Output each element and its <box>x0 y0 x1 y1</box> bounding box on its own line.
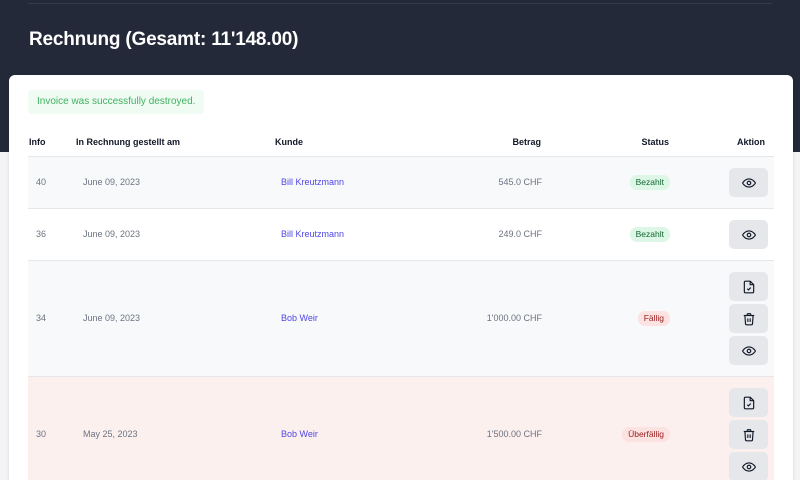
invoice-date: June 09, 2023 <box>83 313 141 323</box>
customer-link[interactable]: Bill Kreutzmann <box>281 177 344 187</box>
eye-icon <box>741 461 756 472</box>
status-badge: Überfällig <box>622 427 670 442</box>
delete-button[interactable] <box>729 304 768 333</box>
status-badge: Bezahlt <box>629 175 670 190</box>
column-header-status: Status <box>641 137 669 147</box>
status-badge-label: Bezahlt <box>629 227 670 242</box>
row-actions <box>729 388 768 480</box>
customer-link[interactable]: Bob Weir <box>281 313 318 323</box>
status-badge-label: Überfällig <box>622 427 670 442</box>
header-divider <box>28 3 772 4</box>
invoice-amount: 1'000.00 CHF <box>486 313 542 323</box>
column-header-info: Info <box>29 137 46 147</box>
row-actions <box>729 272 768 368</box>
file-check-icon <box>743 280 754 293</box>
trash-icon <box>743 428 754 441</box>
eye-icon <box>741 177 756 188</box>
column-header-amount: Betrag <box>512 137 541 147</box>
table-row: 34 June 09, 2023 Bob Weir 1'000.00 CHF F… <box>28 261 774 377</box>
eye-icon <box>741 345 756 356</box>
invoice-id: 30 <box>36 429 47 439</box>
view-button[interactable] <box>729 336 768 365</box>
table-row: 40 June 09, 2023 Bill Kreutzmann 545.0 C… <box>28 157 774 209</box>
mark-paid-button[interactable] <box>729 272 768 301</box>
file-check-icon <box>743 396 754 409</box>
success-alert: Invoice was successfully destroyed. <box>28 90 205 114</box>
row-actions <box>729 220 768 252</box>
status-badge-label: Fällig <box>637 311 670 326</box>
invoice-card: Invoice was successfully destroyed. Info… <box>9 75 793 480</box>
invoice-date: May 25, 2023 <box>83 429 138 439</box>
mark-paid-button[interactable] <box>729 388 768 417</box>
status-badge-label: Bezahlt <box>629 175 670 190</box>
view-button[interactable] <box>729 452 768 480</box>
page-title: Rechnung (Gesamt: 11'148.00) <box>29 29 299 50</box>
customer-link[interactable]: Bill Kreutzmann <box>281 229 344 239</box>
invoice-id: 36 <box>36 229 47 239</box>
column-header-action: Aktion <box>737 137 765 147</box>
invoice-amount: 249.0 CHF <box>498 229 542 239</box>
invoice-id: 40 <box>36 177 47 187</box>
view-button[interactable] <box>729 168 768 197</box>
invoice-id: 34 <box>36 313 47 323</box>
status-badge: Fällig <box>637 311 670 326</box>
eye-icon <box>741 229 756 240</box>
table-row: 36 June 09, 2023 Bill Kreutzmann 249.0 C… <box>28 209 774 261</box>
view-button[interactable] <box>729 220 768 249</box>
delete-button[interactable] <box>729 420 768 449</box>
invoice-amount: 545.0 CHF <box>498 177 542 187</box>
table-row: 30 May 25, 2023 Bob Weir 1'500.00 CHF Üb… <box>28 377 774 480</box>
invoice-date: June 09, 2023 <box>83 229 141 239</box>
column-header-date: In Rechnung gestellt am <box>76 137 181 147</box>
status-badge: Bezahlt <box>629 227 670 242</box>
row-actions <box>729 168 768 200</box>
trash-icon <box>743 312 754 325</box>
invoice-date: June 09, 2023 <box>83 177 141 187</box>
customer-link[interactable]: Bob Weir <box>281 429 318 439</box>
column-header-customer: Kunde <box>275 137 303 147</box>
invoice-amount: 1'500.00 CHF <box>486 429 542 439</box>
